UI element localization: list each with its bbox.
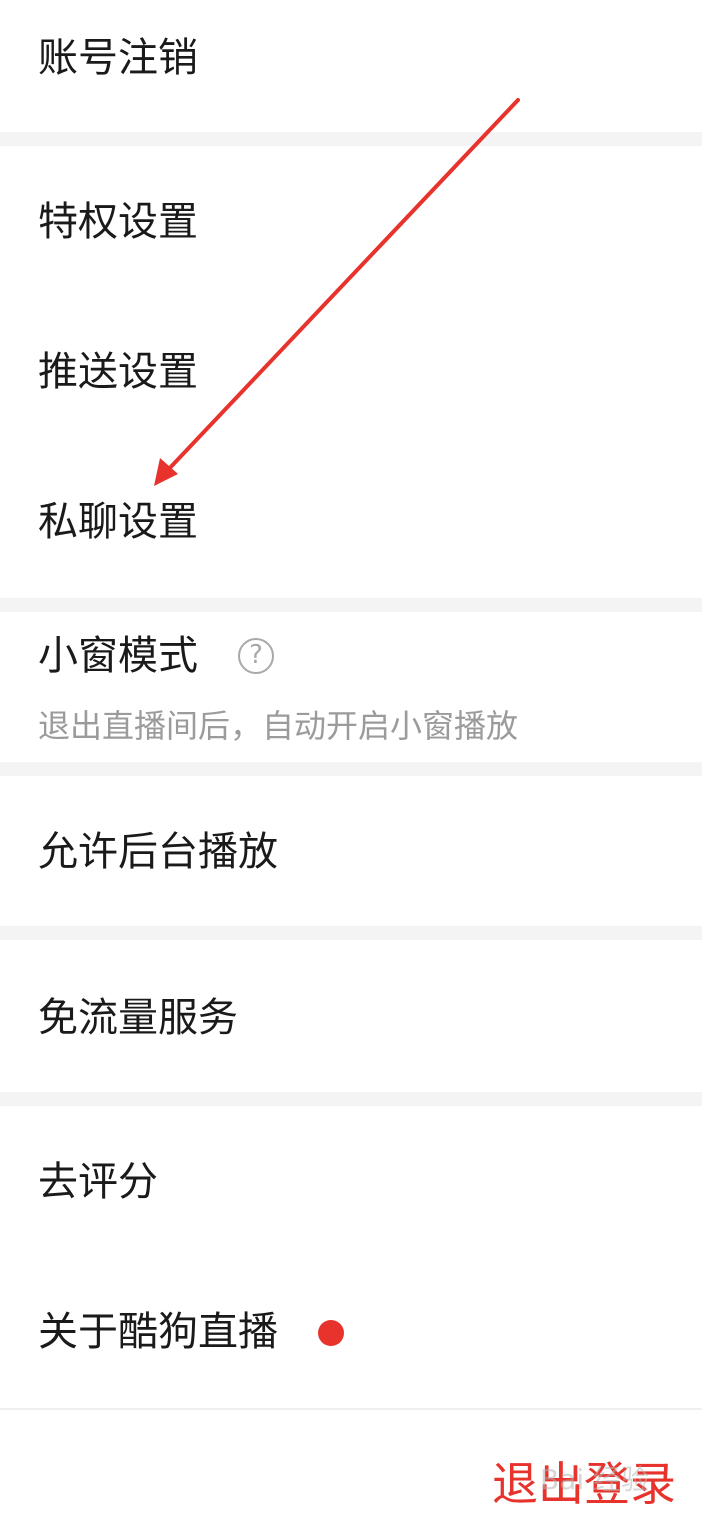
menu-item-label: 关于酷狗直播 <box>38 1309 278 1355</box>
menu-item-private-chat[interactable]: 私聊设置 <box>0 446 702 598</box>
menu-item-label: 免流量服务 <box>38 995 238 1041</box>
notification-dot-icon <box>318 1320 344 1346</box>
divider <box>0 1408 702 1410</box>
menu-item-privilege[interactable]: 特权设置 <box>0 146 702 296</box>
menu-item-label: 推送设置 <box>38 349 198 395</box>
menu-item-account-cancel[interactable]: 账号注销 <box>0 0 702 132</box>
question-circle-icon[interactable]: ? <box>238 638 274 674</box>
menu-item-free-data[interactable]: 免流量服务 <box>0 940 702 1092</box>
section-gap <box>0 132 702 146</box>
menu-item-push[interactable]: 推送设置 <box>0 296 702 446</box>
section-gap <box>0 1092 702 1106</box>
menu-item-label: 去评分 <box>38 1159 158 1205</box>
menu-item-label: 小窗模式 <box>38 633 198 679</box>
menu-item-description: 退出直播间后，自动开启小窗播放 <box>38 707 519 745</box>
section-gap <box>0 598 702 612</box>
menu-item-label: 特权设置 <box>38 199 198 245</box>
section-gap <box>0 926 702 940</box>
menu-item-label: 私聊设置 <box>38 499 198 545</box>
menu-item-label: 允许后台播放 <box>38 829 278 875</box>
menu-item-about[interactable]: 关于酷狗直播 <box>0 1256 702 1408</box>
section-gap <box>0 762 702 776</box>
menu-item-rate[interactable]: 去评分 <box>0 1106 702 1256</box>
menu-item-mini-window[interactable]: 小窗模式 ? 退出直播间后，自动开启小窗播放 <box>0 612 702 762</box>
menu-item-label: 账号注销 <box>38 35 198 81</box>
baidu-watermark: Bai 经验 <box>540 1463 650 1496</box>
menu-item-background-play[interactable]: 允许后台播放 <box>0 776 702 926</box>
